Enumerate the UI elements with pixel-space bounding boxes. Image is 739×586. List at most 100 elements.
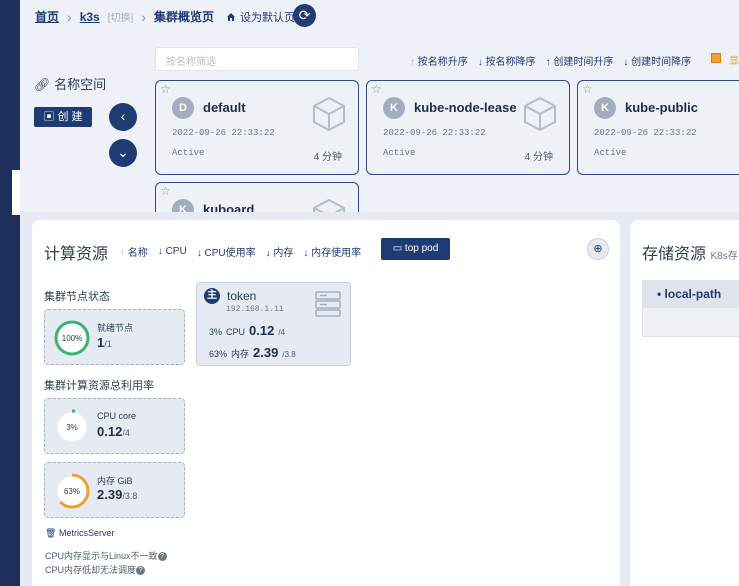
chevron-down-icon: ⌄ xyxy=(117,144,129,160)
namespace-title-label: 名称空间 xyxy=(54,77,107,92)
namespace-card-kube-public[interactable]: ☆ K kube-public 2022-09-26 22:33:22 Acti… xyxy=(577,80,739,175)
storage-title-label: 存储资源 xyxy=(642,246,707,263)
node-memory: 63% 内存 2.39/3.8 xyxy=(209,345,296,360)
help-icon[interactable]: ? xyxy=(136,566,146,576)
total: /3.8 xyxy=(122,491,138,501)
node-cpu-value: 0.12 xyxy=(249,323,275,338)
metrics-server-link[interactable]: 🗑︎ MetricsServer xyxy=(45,528,114,539)
node-cpu-label: CPU xyxy=(226,327,246,337)
expand-button[interactable]: ⌄ xyxy=(109,139,137,167)
sort-options: ↑ 按名称升序 ↓ 按名称降序 ↑ 创建时间升序 ↓ 创建时间降序 xyxy=(410,53,691,68)
set-default-label: 设为默认页 xyxy=(239,11,295,24)
star-icon[interactable]: ☆ xyxy=(371,82,382,96)
top-pod-label: top pod xyxy=(404,243,439,254)
namespace-age: 4 分钟 xyxy=(313,152,342,163)
zoom-button[interactable]: ⊕ xyxy=(587,238,609,260)
sort-name-asc[interactable]: ↑ 按名称升序 xyxy=(410,53,468,68)
cube-icon xyxy=(313,96,345,132)
ring-label: 100% xyxy=(62,334,82,343)
breadcrumb-current: 集群概览页 xyxy=(153,10,214,24)
storage-subtitle: K8s存 xyxy=(710,251,738,262)
namespace-card-kube-node-lease[interactable]: ☆ K kube-node-lease 2022-09-26 22:33:22 … xyxy=(366,80,570,175)
sort-by-memory[interactable]: ↓ 内存 xyxy=(266,244,294,259)
namespace-age: 4 分钟 xyxy=(524,152,553,163)
sort-label: 按名称升序 xyxy=(417,57,468,68)
usage-label: 集群计算资源总利用率 xyxy=(44,380,154,392)
sort-by-cpu-usage[interactable]: ↓ CPU使用率 xyxy=(197,244,256,259)
sidebar-notch xyxy=(12,170,20,215)
sort-by-cpu[interactable]: ↓ CPU xyxy=(158,246,187,257)
namespace-status: Active xyxy=(383,148,416,158)
breadcrumb-home[interactable]: 首页 xyxy=(35,8,59,25)
star-icon[interactable]: ☆ xyxy=(582,82,593,96)
show-checkbox[interactable] xyxy=(711,53,721,63)
star-icon[interactable]: ☆ xyxy=(160,82,171,96)
avatar: D xyxy=(172,97,194,119)
node-card[interactable]: 主 token 192.168.1.11 3% CPU 0.12/4 63% 内… xyxy=(196,282,351,366)
ready-nodes-ring: 100% xyxy=(54,320,90,356)
ready-nodes-value: 1/1 xyxy=(97,335,112,350)
node-mem-label: 内存 xyxy=(231,349,250,359)
left-sidebar xyxy=(0,0,20,586)
sort-label: 内存 xyxy=(273,248,294,259)
node-mem-percent: 63% xyxy=(209,349,228,359)
refresh-icon: ⟳ xyxy=(298,7,311,23)
ready-nodes-box: 100% 就绪节点 1/1 xyxy=(44,309,185,365)
help-icon[interactable]: ? xyxy=(157,552,167,562)
avatar: K xyxy=(383,97,405,119)
prev-page-button[interactable]: ‹ xyxy=(109,103,137,131)
memory-usage-box: 63% 内存 GiB 2.39/3.8 xyxy=(44,462,185,518)
node-ip: 192.168.1.11 xyxy=(226,305,284,314)
breadcrumb: 首页 › k3s [切换] › 集群概览页 设为默认页 xyxy=(35,8,295,25)
sort-by-name[interactable]: ↑ 名称 xyxy=(120,244,148,259)
compute-panel: 计算资源 ↑ 名称 ↓ CPU ↓ CPU使用率 ↓ 内存 ↓ 内存使用率 ▭ … xyxy=(32,220,620,586)
set-default-link[interactable]: 设为默认页 xyxy=(226,9,295,25)
sort-label: 内存使用率 xyxy=(311,248,362,259)
sort-label: 创建时间升序 xyxy=(553,57,614,68)
star-icon[interactable]: ☆ xyxy=(160,184,171,198)
refresh-button[interactable]: ⟳ xyxy=(293,4,316,27)
metrics-server-label: MetricsServer xyxy=(58,528,115,538)
memory-label: 内存 GiB xyxy=(97,476,133,486)
created-time: 2022-09-26 22:33:22 xyxy=(594,128,697,138)
memory-value: 2.39/3.8 xyxy=(97,487,137,502)
zoom-icon: ⊕ xyxy=(593,243,603,255)
ring-label: 63% xyxy=(64,487,80,496)
sort-label: CPU使用率 xyxy=(204,248,256,259)
show-label: 显 xyxy=(729,56,739,67)
sort-label: 创建时间降序 xyxy=(631,57,692,68)
cpu-value: 0.12/4 xyxy=(97,424,130,439)
note-line: CPU内存低却无法调度? xyxy=(45,563,146,576)
namespace-filter-input[interactable]: 按名称筛选 xyxy=(155,47,359,71)
node-name: token xyxy=(227,289,257,303)
sort-label: CPU xyxy=(165,246,187,257)
sort-by-memory-usage[interactable]: ↓ 内存使用率 xyxy=(303,244,361,259)
chevron-right-icon: › xyxy=(67,8,72,25)
sort-time-desc[interactable]: ↓ 创建时间降序 xyxy=(623,53,691,68)
namespace-card-default[interactable]: ☆ D default 2022-09-26 22:33:22 Active 4… xyxy=(155,80,359,175)
chevron-right-icon: › xyxy=(141,8,146,25)
server-icon xyxy=(315,291,341,317)
sort-label: 名称 xyxy=(127,248,148,259)
trash-icon: 🗑︎ xyxy=(45,528,57,538)
sort-time-asc[interactable]: ↑ 创建时间升序 xyxy=(546,53,614,68)
created-time: 2022-09-26 22:33:22 xyxy=(172,128,275,138)
switch-cluster-link[interactable]: [切换] xyxy=(108,9,134,24)
storage-class-card[interactable]: • local-path xyxy=(642,280,739,337)
ring-label: 3% xyxy=(66,423,78,432)
cpu-usage-box: 3% CPU core 0.12/4 xyxy=(44,398,185,454)
cpu-ring: 3% xyxy=(54,409,90,445)
breadcrumb-cluster[interactable]: k3s xyxy=(80,10,100,24)
home-icon xyxy=(226,12,235,21)
sort-name-desc[interactable]: ↓ 按名称降序 xyxy=(478,53,536,68)
total: /1 xyxy=(104,339,112,349)
monitor-icon: ▭ xyxy=(392,243,403,254)
top-pod-button[interactable]: ▭ top pod xyxy=(381,238,450,260)
value: 2.39 xyxy=(97,487,123,502)
create-label: 创 建 xyxy=(57,111,83,123)
namespace-status: Active xyxy=(594,148,627,158)
avatar: K xyxy=(594,97,616,119)
note-text: CPU内存低却无法调度 xyxy=(45,565,137,575)
create-namespace-button[interactable]: ▣ 创 建 xyxy=(34,107,92,127)
note-text: CPU内存显示与Linux不一致 xyxy=(45,551,158,561)
